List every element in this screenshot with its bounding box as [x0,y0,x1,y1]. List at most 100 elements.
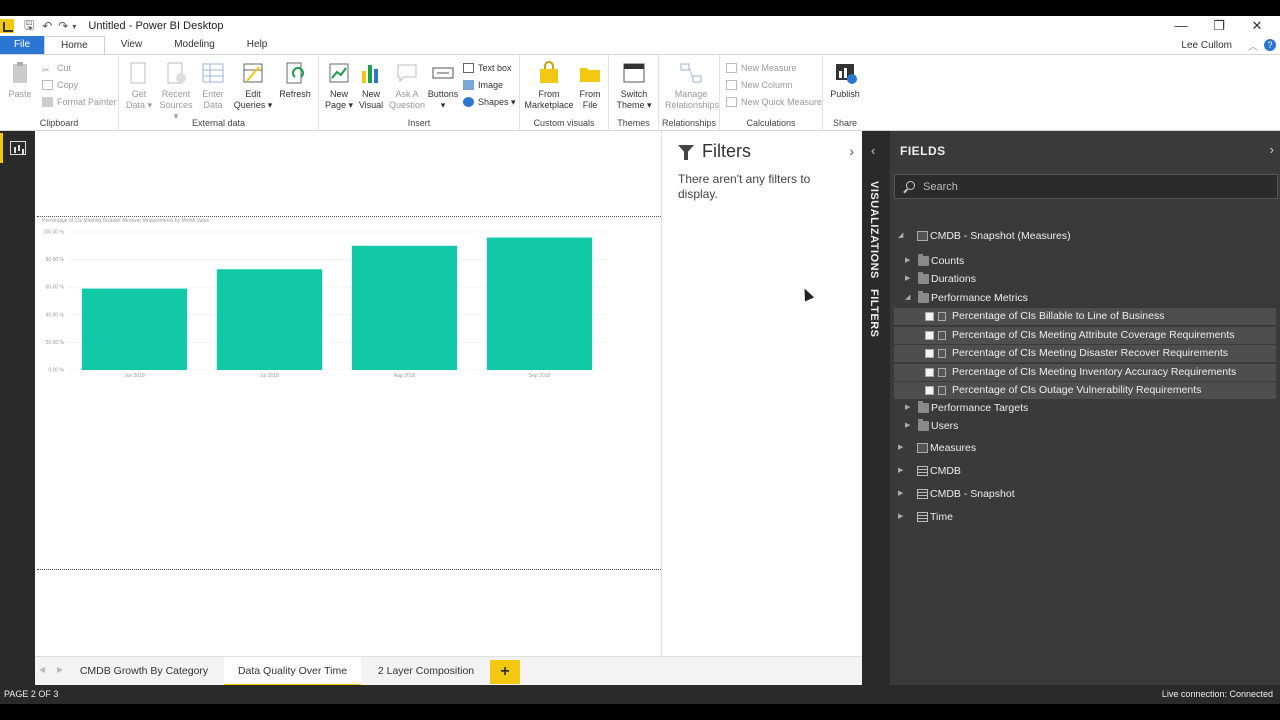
clipboard-group-label: Clipboard [39,118,79,128]
page-boundary-bottom [37,569,661,570]
cut-button[interactable]: ✂ Cut [42,61,71,75]
collapsed-arrow-icon[interactable]: ▶ [905,252,910,270]
new-visual-button[interactable]: New Visual [353,61,389,111]
from-file-button[interactable]: From File [572,61,608,111]
get-data-button[interactable]: Get Data ▾ [121,61,157,111]
image-label: Image [478,80,504,90]
format-painter-button[interactable]: Format Painter [42,95,117,109]
new-measure-button[interactable]: New Measure [726,61,797,75]
collapsed-arrow-icon[interactable]: ▶ [898,508,903,526]
help-icon[interactable]: ? [1264,39,1276,51]
redo-icon[interactable]: ↷ [58,19,68,33]
page-indicator: PAGE 2 OF 3 [4,689,59,699]
publish-button[interactable]: Publish [827,61,863,100]
recent-sources-button[interactable]: Recent Sources ▾ [157,61,195,122]
measure-label: Percentage of CIs Meeting Disaster Recov… [952,347,1229,359]
measure-row[interactable]: Percentage of CIs Meeting Disaster Recov… [894,345,1276,362]
paste-button[interactable]: Paste [2,61,38,100]
collapsed-arrow-icon[interactable]: ▶ [905,270,910,288]
field-checkbox[interactable] [925,386,934,395]
tab-view[interactable]: View [105,36,159,54]
quick-access-dropdown-icon[interactable]: ▾ [72,22,76,31]
tab-help[interactable]: Help [231,36,284,54]
tab-file[interactable]: File [0,36,44,54]
custom-visuals-group: From Marketplace From File Custom visual… [520,55,609,131]
brush-icon [42,97,53,107]
switch-theme-button[interactable]: Switch Theme ▾ [615,61,653,111]
field-checkbox[interactable] [925,368,934,377]
maximize-button[interactable]: ❐ [1200,16,1238,36]
tab-filters-vertical[interactable]: FILTERS [868,289,880,338]
prev-page-icon[interactable]: ◀ [39,665,45,674]
tab-home[interactable]: Home [44,36,105,54]
measure-row[interactable]: Percentage of CIs Meeting Attribute Cove… [894,327,1276,344]
ask-question-button[interactable]: Ask A Question [389,61,425,111]
expanded-arrow-icon[interactable]: ◢ [898,227,903,245]
clipboard-group: Paste ✂ Cut Copy Format Painter Clipboard [0,55,119,131]
bar-jun-2018[interactable] [81,288,188,370]
tree-item-label: Counts [931,255,965,267]
bar-sep-2018[interactable] [486,237,593,370]
x-tick-label: Jun 2018 [124,373,145,379]
new-page-button[interactable]: New Page ▾ [321,61,357,111]
collapsed-arrow-icon[interactable]: ▶ [905,417,910,435]
from-marketplace-button[interactable]: From Marketplace [524,61,574,111]
calc-table-icon [917,231,928,241]
text-box-icon [463,63,474,73]
edit-queries-button[interactable]: Edit Queries ▾ [233,61,273,111]
y-tick-label: 20.00 % [46,340,65,346]
measure-row[interactable]: Percentage of CIs Meeting Inventory Accu… [894,364,1276,381]
undo-icon[interactable]: ↶ [42,19,52,33]
save-icon[interactable]: 🖫 [24,16,34,37]
user-name[interactable]: Lee Cullom [1181,40,1232,51]
collapse-ribbon-icon[interactable]: ︿ [1248,38,1258,53]
refresh-button[interactable]: Refresh [277,61,313,100]
shapes-icon [463,97,474,107]
field-checkbox[interactable] [925,331,934,340]
bar-chart-visual[interactable]: Percentage of CIs Meeting Disaster Recov… [37,218,617,393]
collapsed-arrow-icon[interactable]: ▶ [905,399,910,417]
collapsed-arrow-icon[interactable]: ▶ [898,485,903,503]
tab-modeling[interactable]: Modeling [158,36,231,54]
field-checkbox[interactable] [925,349,934,358]
close-button[interactable]: ✕ [1238,16,1276,36]
measure-icon [938,386,946,395]
text-box-button[interactable]: Text box [463,61,512,75]
scissors-icon: ✂ [42,65,50,75]
page-tab-layer-composition[interactable]: 2 Layer Composition [365,657,487,686]
tree-item-label: Performance Metrics [931,292,1028,304]
collapsed-arrow-icon[interactable]: ▶ [898,462,903,480]
shapes-button[interactable]: Shapes ▾ [463,95,516,109]
report-canvas[interactable]: Percentage of CIs Meeting Disaster Recov… [35,131,661,656]
shapes-label: Shapes [478,97,509,107]
report-view-icon[interactable] [10,141,26,155]
next-page-icon[interactable]: ▶ [57,665,63,674]
field-checkbox[interactable] [925,312,934,321]
edit-queries-icon [241,61,265,85]
tab-visualizations[interactable]: VISUALIZATIONS [868,181,880,279]
collapsed-arrow-icon[interactable]: ▶ [898,439,903,457]
add-page-button[interactable]: + [490,660,520,684]
measure-row[interactable]: Percentage of CIs Billable to Line of Bu… [894,308,1276,325]
get-data-label: Get Data [125,89,147,110]
copy-button[interactable]: Copy [42,78,78,92]
external-data-group: Get Data ▾ Recent Sources ▾ Enter Data E… [119,55,319,131]
expanded-arrow-icon[interactable]: ◢ [905,289,910,307]
collapse-fields-icon[interactable]: › [1270,142,1274,157]
bar-jul-2018[interactable] [216,269,323,370]
page-tab-data-quality[interactable]: Data Quality Over Time [224,657,361,686]
bar-aug-2018[interactable] [351,245,458,370]
page-tab-cmdb-growth[interactable]: CMDB Growth By Category [70,657,218,686]
enter-data-button[interactable]: Enter Data [195,61,231,111]
buttons-button[interactable]: Buttons ▾ [425,61,461,111]
new-quick-measure-button[interactable]: New Quick Measure [726,95,822,109]
fields-search-input[interactable] [923,179,1263,195]
manage-relationships-button[interactable]: Manage Relationships [665,61,719,111]
measure-row[interactable]: Percentage of CIs Outage Vulnerability R… [894,382,1276,399]
expand-panel-icon[interactable]: ‹ [871,143,875,158]
minimize-button[interactable]: — [1162,16,1200,36]
image-button[interactable]: Image [463,78,503,92]
new-column-button[interactable]: New Column [726,78,793,92]
fields-search-box[interactable] [894,174,1278,199]
collapse-filters-icon[interactable]: › [849,143,854,159]
